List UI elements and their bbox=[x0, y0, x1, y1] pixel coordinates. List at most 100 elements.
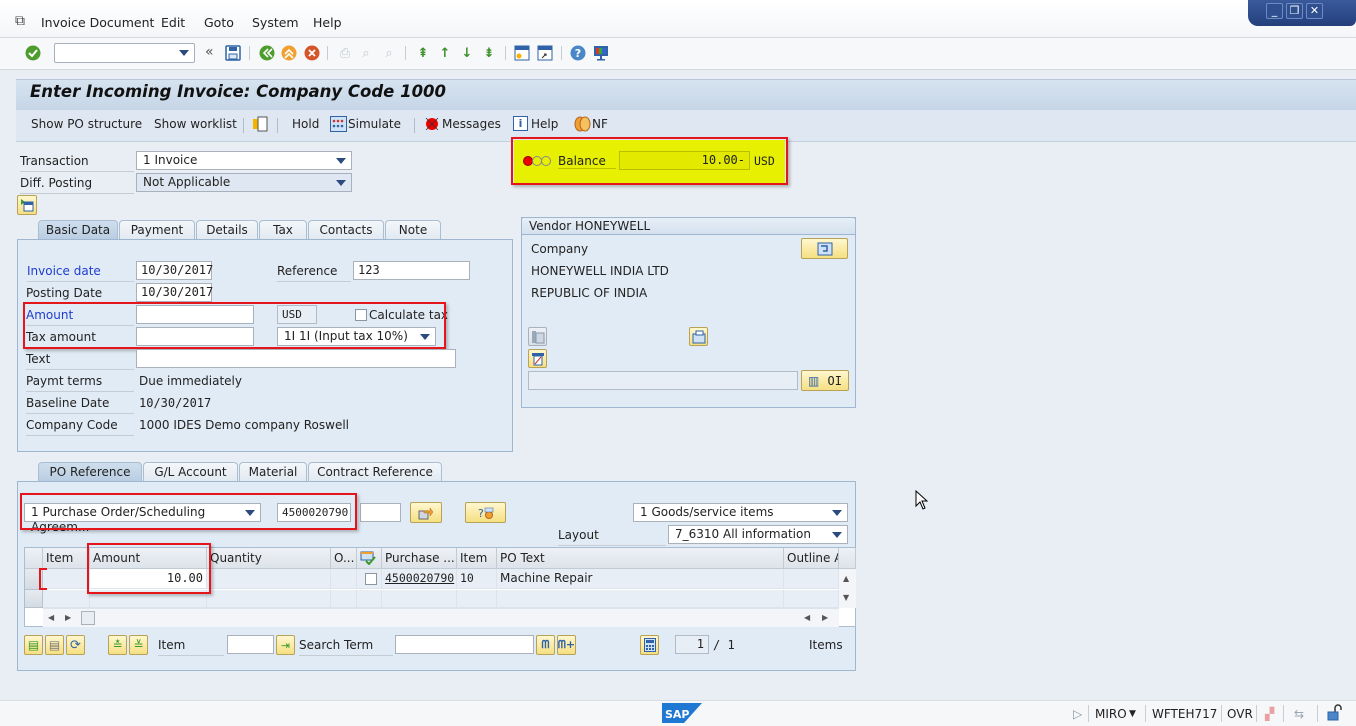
next-page-button[interactable]: ↓ bbox=[458, 44, 476, 62]
tab-tax[interactable]: Tax bbox=[259, 220, 307, 239]
col-o[interactable]: O... bbox=[331, 548, 357, 569]
menu-invoice-document[interactable]: Invoice Document bbox=[41, 15, 154, 30]
last-page-button[interactable]: ⇟ bbox=[480, 44, 498, 62]
telephone-button[interactable] bbox=[528, 327, 547, 346]
oi-field[interactable] bbox=[528, 371, 798, 390]
menu-edit[interactable]: Edit bbox=[161, 15, 185, 30]
clipboard-button[interactable] bbox=[252, 116, 268, 132]
exit-button[interactable] bbox=[280, 44, 298, 62]
column-settings-button[interactable] bbox=[839, 548, 856, 569]
tab-details[interactable]: Details bbox=[196, 220, 258, 239]
scroll-right-icon[interactable]: ▶ bbox=[822, 613, 828, 622]
open-items-button[interactable]: ▥ OI bbox=[801, 370, 849, 391]
customize-layout-button[interactable] bbox=[592, 44, 610, 62]
help-app-button[interactable]: Help bbox=[531, 117, 558, 131]
save-button[interactable] bbox=[224, 44, 242, 62]
refresh-button[interactable]: ⟳ bbox=[66, 635, 85, 655]
table-row-quantity[interactable] bbox=[207, 569, 331, 589]
find-button[interactable]: ⌕ bbox=[357, 44, 375, 62]
scroll-up-icon[interactable]: ▲ bbox=[843, 574, 849, 583]
enter-button[interactable] bbox=[24, 44, 42, 62]
previous-page-button[interactable]: ↑ bbox=[436, 44, 454, 62]
hold-button[interactable]: Hold bbox=[292, 117, 319, 131]
col-selected[interactable] bbox=[357, 548, 382, 569]
col-po-text[interactable]: PO Text bbox=[497, 548, 784, 569]
print-address-button[interactable] bbox=[528, 349, 547, 368]
transaction-select[interactable]: 1 Invoice bbox=[136, 151, 352, 170]
menu-help[interactable]: Help bbox=[313, 15, 342, 30]
select-all-cell[interactable] bbox=[25, 548, 43, 569]
expand-toolbar-icon[interactable]: « bbox=[205, 44, 214, 60]
reference-field[interactable]: 123 bbox=[353, 261, 470, 280]
fax-button[interactable] bbox=[689, 327, 708, 346]
tab-basic-data[interactable]: Basic Data bbox=[38, 220, 118, 239]
purchase-order-link[interactable]: 4500020790 bbox=[385, 571, 454, 585]
tab-po-reference[interactable]: PO Reference bbox=[38, 462, 142, 481]
show-worklist-button[interactable]: Show worklist bbox=[154, 117, 237, 131]
table-row-empty-cell[interactable] bbox=[207, 590, 331, 608]
layout-select[interactable]: 7_6310 All information bbox=[668, 525, 848, 544]
menu-icon[interactable]: ⧉ bbox=[15, 13, 25, 29]
po-extra-field[interactable] bbox=[360, 503, 401, 522]
tab-material[interactable]: Material bbox=[239, 462, 307, 481]
shortcut-button[interactable] bbox=[536, 44, 554, 62]
minimize-button[interactable]: _ bbox=[1266, 3, 1283, 19]
close-button[interactable]: ✕ bbox=[1306, 3, 1323, 19]
chevron-down-icon[interactable]: ▼ bbox=[1129, 709, 1136, 719]
menu-system[interactable]: System bbox=[252, 15, 299, 30]
show-po-structure-button[interactable]: Show PO structure bbox=[31, 117, 142, 131]
scroll-right-icon[interactable]: ▶ bbox=[65, 613, 71, 622]
horizontal-scrollbar[interactable]: ◀ ▶ ◀ ▶ bbox=[43, 608, 839, 627]
find-next-button[interactable]: ⌕ bbox=[380, 44, 398, 62]
menu-goto[interactable]: Goto bbox=[204, 15, 234, 30]
item-type-select[interactable]: 1 Goods/service items bbox=[633, 503, 848, 522]
find-item-button[interactable]: ᗰ bbox=[536, 635, 555, 655]
tab-contract-reference[interactable]: Contract Reference bbox=[308, 462, 442, 481]
text-field[interactable] bbox=[136, 349, 456, 368]
help-button[interactable]: ? bbox=[569, 44, 587, 62]
vendor-detail-button[interactable] bbox=[801, 238, 848, 259]
transaction-code[interactable]: MIRO bbox=[1095, 707, 1127, 721]
row-selector[interactable] bbox=[25, 590, 43, 608]
calculator-button[interactable] bbox=[640, 635, 659, 655]
table-row-item[interactable] bbox=[43, 569, 90, 589]
vertical-scrollbar[interactable]: ▲ ▼ bbox=[839, 569, 856, 608]
table-row-empty-cell[interactable] bbox=[43, 590, 90, 608]
new-session-button[interactable] bbox=[513, 44, 531, 62]
col-purchase-order[interactable]: Purchase ... bbox=[382, 548, 457, 569]
footer-item-field[interactable] bbox=[227, 635, 274, 654]
transfer-button[interactable] bbox=[410, 502, 442, 523]
play-icon[interactable]: ▷ bbox=[1073, 707, 1082, 721]
scroll-thumb[interactable] bbox=[81, 611, 95, 625]
deselect-all-button[interactable]: ▤ bbox=[45, 635, 64, 655]
simulate-button[interactable]: Simulate bbox=[348, 117, 401, 131]
select-all-button[interactable]: ▤ bbox=[24, 635, 43, 655]
restore-button[interactable]: ❐ bbox=[1286, 3, 1303, 19]
sort-descending-button[interactable]: ≚ bbox=[129, 635, 148, 655]
diff-posting-select[interactable]: Not Applicable bbox=[136, 173, 352, 192]
posting-date-field[interactable]: 10/30/2017 bbox=[136, 283, 213, 302]
command-field[interactable] bbox=[54, 43, 195, 63]
scroll-left-icon[interactable]: ◀ bbox=[804, 613, 810, 622]
find-next-item-button[interactable]: ᗰ+ bbox=[557, 635, 576, 655]
insert-mode[interactable]: OVR bbox=[1227, 707, 1253, 721]
col-outline[interactable]: Outline A bbox=[784, 548, 839, 569]
search-term-field[interactable] bbox=[395, 635, 534, 654]
messages-button[interactable]: Messages bbox=[442, 117, 501, 131]
scroll-down-icon[interactable]: ▼ bbox=[843, 593, 849, 602]
tab-gl-account[interactable]: G/L Account bbox=[143, 462, 238, 481]
tab-note[interactable]: Note bbox=[385, 220, 441, 239]
print-button[interactable]: ⎙ bbox=[336, 44, 354, 62]
go-to-item-button[interactable]: ⇥ bbox=[276, 635, 295, 655]
header-toggle-button[interactable] bbox=[17, 195, 37, 215]
tab-contacts[interactable]: Contacts bbox=[308, 220, 384, 239]
sort-ascending-button[interactable]: ≛ bbox=[108, 635, 127, 655]
back-button[interactable] bbox=[258, 44, 276, 62]
table-row-empty-cell[interactable] bbox=[382, 590, 457, 608]
first-page-button[interactable]: ⇞ bbox=[414, 44, 432, 62]
cancel-button[interactable] bbox=[303, 44, 321, 62]
table-row-checkbox[interactable] bbox=[365, 573, 377, 585]
tab-payment[interactable]: Payment bbox=[119, 220, 195, 239]
col-quantity[interactable]: Quantity bbox=[207, 548, 331, 569]
page-current-field[interactable]: 1 bbox=[675, 635, 709, 654]
